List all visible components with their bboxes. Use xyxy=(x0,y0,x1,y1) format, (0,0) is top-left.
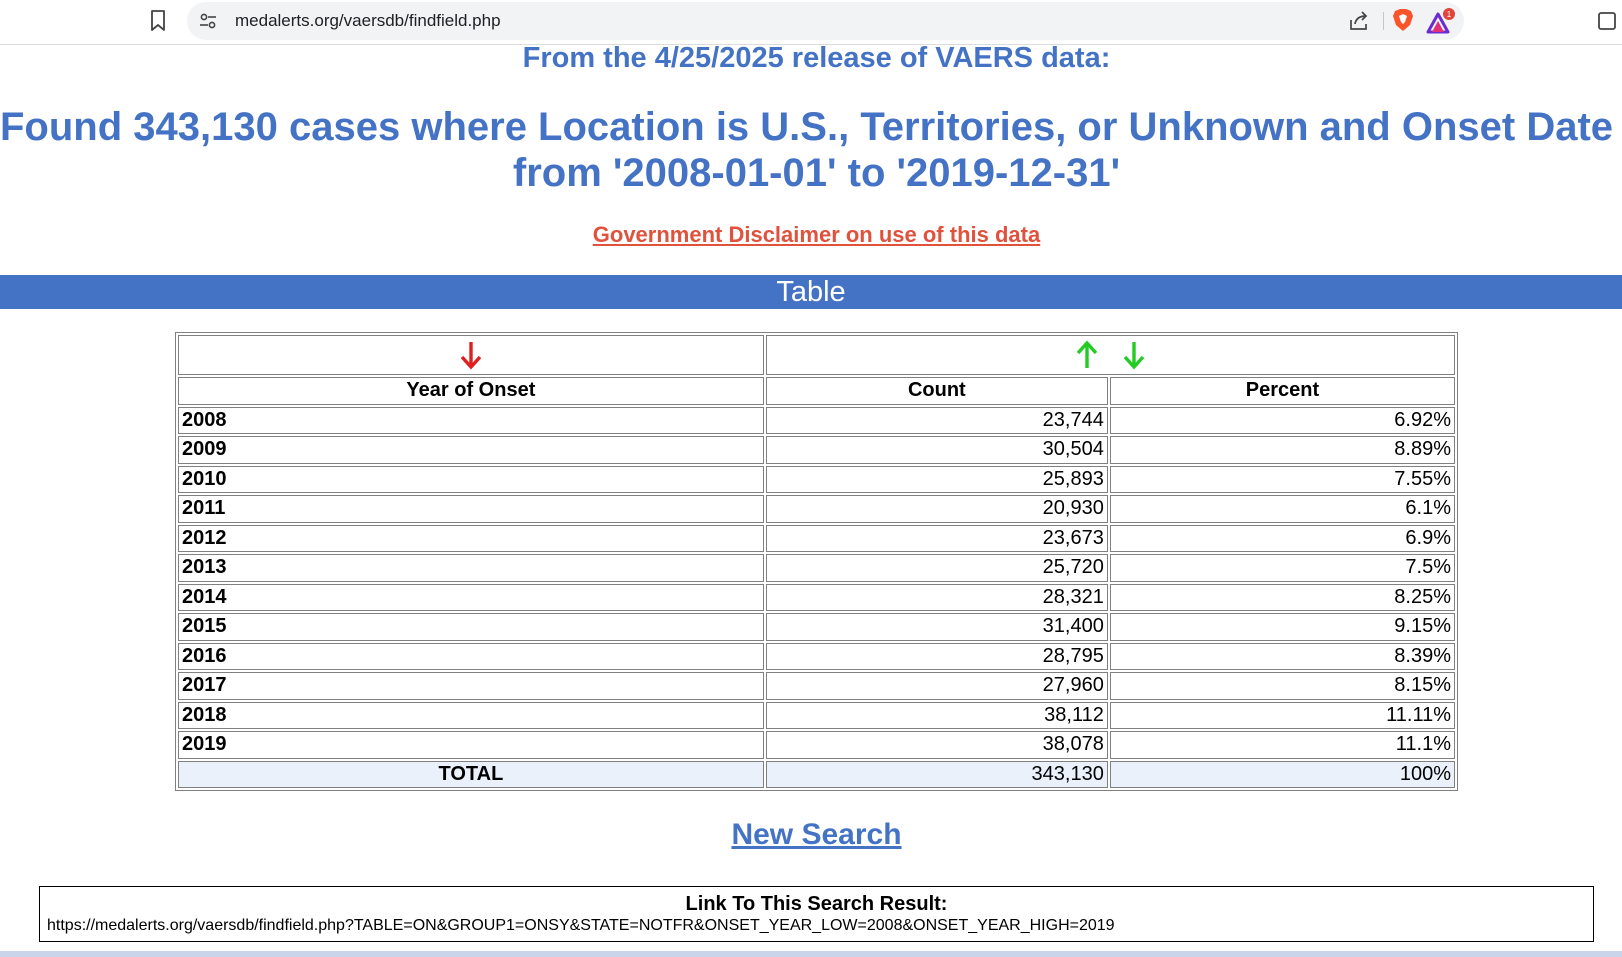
table-row: 2013 25,720 7.5% xyxy=(178,554,1455,582)
disclaimer-container: Government Disclaimer on use of this dat… xyxy=(0,222,1622,248)
results-heading: Found 343,130 cases where Location is U.… xyxy=(0,104,1622,196)
table-row: 2009 30,504 8.89% xyxy=(178,436,1455,464)
row-year: 2016 xyxy=(178,642,764,670)
row-year: 2014 xyxy=(178,583,764,611)
table-row: 2010 25,893 7.55% xyxy=(178,465,1455,493)
row-year: 2010 xyxy=(178,465,764,493)
row-count: 23,673 xyxy=(765,524,1108,552)
table-row: 2018 38,112 11.11% xyxy=(178,701,1455,729)
address-bar[interactable]: medalerts.org/vaersdb/findfield.php 1 xyxy=(187,2,1464,40)
row-count: 38,112 xyxy=(765,701,1108,729)
row-count: 23,744 xyxy=(765,406,1108,434)
row-percent: 7.55% xyxy=(1109,465,1455,493)
results-table: Year of Onset Count Percent 2008 23,744 6.… xyxy=(175,332,1458,791)
share-icon[interactable] xyxy=(1348,10,1370,32)
results-heading-line1: Found 343,130 cases where Location is U.… xyxy=(0,105,1622,149)
table-row: 2014 28,321 8.25% xyxy=(178,583,1455,611)
row-percent: 8.89% xyxy=(1109,436,1455,464)
row-count: 20,930 xyxy=(765,495,1108,523)
row-percent: 8.39% xyxy=(1109,642,1455,670)
arrow-down-icon[interactable] xyxy=(1122,339,1146,371)
row-percent: 11.1% xyxy=(1109,731,1455,759)
sort-controls-row xyxy=(178,335,1455,375)
row-count: 38,078 xyxy=(765,731,1108,759)
count-sort-cell xyxy=(765,335,1455,375)
bottom-strip xyxy=(0,951,1622,957)
row-year: 2009 xyxy=(178,436,764,464)
row-count: 27,960 xyxy=(765,672,1108,700)
row-count: 28,795 xyxy=(765,642,1108,670)
permalink-url[interactable]: https://medalerts.org/vaersdb/findfield.… xyxy=(47,917,1593,935)
svg-text:1: 1 xyxy=(1447,10,1452,19)
row-count: 31,400 xyxy=(765,613,1108,641)
table-header-row: Year of Onset Count Percent xyxy=(178,377,1455,405)
column-header-year: Year of Onset xyxy=(178,377,764,405)
row-count: 25,720 xyxy=(765,554,1108,582)
row-year: 2017 xyxy=(178,672,764,700)
permalink-title: Link To This Search Result: xyxy=(685,893,948,915)
section-title-bar: Table xyxy=(0,275,1622,309)
permalink-box: Link To This Search Result: https://meda… xyxy=(39,886,1594,942)
column-header-count: Count xyxy=(765,377,1108,405)
arrow-down-icon[interactable] xyxy=(459,339,483,371)
row-year: 2013 xyxy=(178,554,764,582)
row-percent: 8.15% xyxy=(1109,672,1455,700)
browser-toolbar: medalerts.org/vaersdb/findfield.php 1 xyxy=(0,0,1622,45)
column-header-percent: Percent xyxy=(1109,377,1455,405)
toolbar-divider xyxy=(1383,12,1384,30)
row-year: 2018 xyxy=(178,701,764,729)
row-count: 28,321 xyxy=(765,583,1108,611)
table-row: 2016 28,795 8.39% xyxy=(178,642,1455,670)
row-percent: 6.1% xyxy=(1109,495,1455,523)
sidebar-toggle-icon[interactable] xyxy=(1597,11,1617,31)
row-count: 25,893 xyxy=(765,465,1108,493)
table-row: 2019 38,078 11.1% xyxy=(178,731,1455,759)
results-heading-line2: from '2008-01-01' to '2019-12-31' xyxy=(512,151,1121,195)
rewards-icon[interactable]: 1 xyxy=(1426,8,1456,34)
row-percent: 9.15% xyxy=(1109,613,1455,641)
new-search-link[interactable]: New Search xyxy=(731,818,901,851)
row-percent: 6.92% xyxy=(1109,406,1455,434)
table-row: 2011 20,930 6.1% xyxy=(178,495,1455,523)
new-search-container: New Search xyxy=(0,818,1622,852)
row-year: 2012 xyxy=(178,524,764,552)
row-year: 2011 xyxy=(178,495,764,523)
site-settings-icon[interactable] xyxy=(199,12,217,30)
row-percent: 11.11% xyxy=(1109,701,1455,729)
brave-shields-icon[interactable] xyxy=(1392,8,1414,32)
url-text[interactable]: medalerts.org/vaersdb/findfield.php xyxy=(235,11,501,31)
arrow-up-icon[interactable] xyxy=(1075,339,1099,371)
table-row: 2015 31,400 9.15% xyxy=(178,613,1455,641)
row-percent: 7.5% xyxy=(1109,554,1455,582)
row-year: 2015 xyxy=(178,613,764,641)
row-year: 2019 xyxy=(178,731,764,759)
total-row: TOTAL 343,130 100% xyxy=(178,760,1455,788)
table-row: 2008 23,744 6.92% xyxy=(178,406,1455,434)
total-percent: 100% xyxy=(1109,760,1455,788)
year-sort-cell xyxy=(178,335,764,375)
row-percent: 6.9% xyxy=(1109,524,1455,552)
release-heading: From the 4/25/2025 release of VAERS data… xyxy=(522,42,1111,74)
total-label: TOTAL xyxy=(178,760,764,788)
row-percent: 8.25% xyxy=(1109,583,1455,611)
disclaimer-link[interactable]: Government Disclaimer on use of this dat… xyxy=(593,222,1040,247)
table-body: 2008 23,744 6.92% 2009 30,504 8.89% 2010 25,893… xyxy=(178,406,1455,759)
table-row: 2012 23,673 6.9% xyxy=(178,524,1455,552)
row-count: 30,504 xyxy=(765,436,1108,464)
bookmark-icon[interactable] xyxy=(150,10,166,32)
total-count: 343,130 xyxy=(765,760,1108,788)
table-row: 2017 27,960 8.15% xyxy=(178,672,1455,700)
row-year: 2008 xyxy=(178,406,764,434)
